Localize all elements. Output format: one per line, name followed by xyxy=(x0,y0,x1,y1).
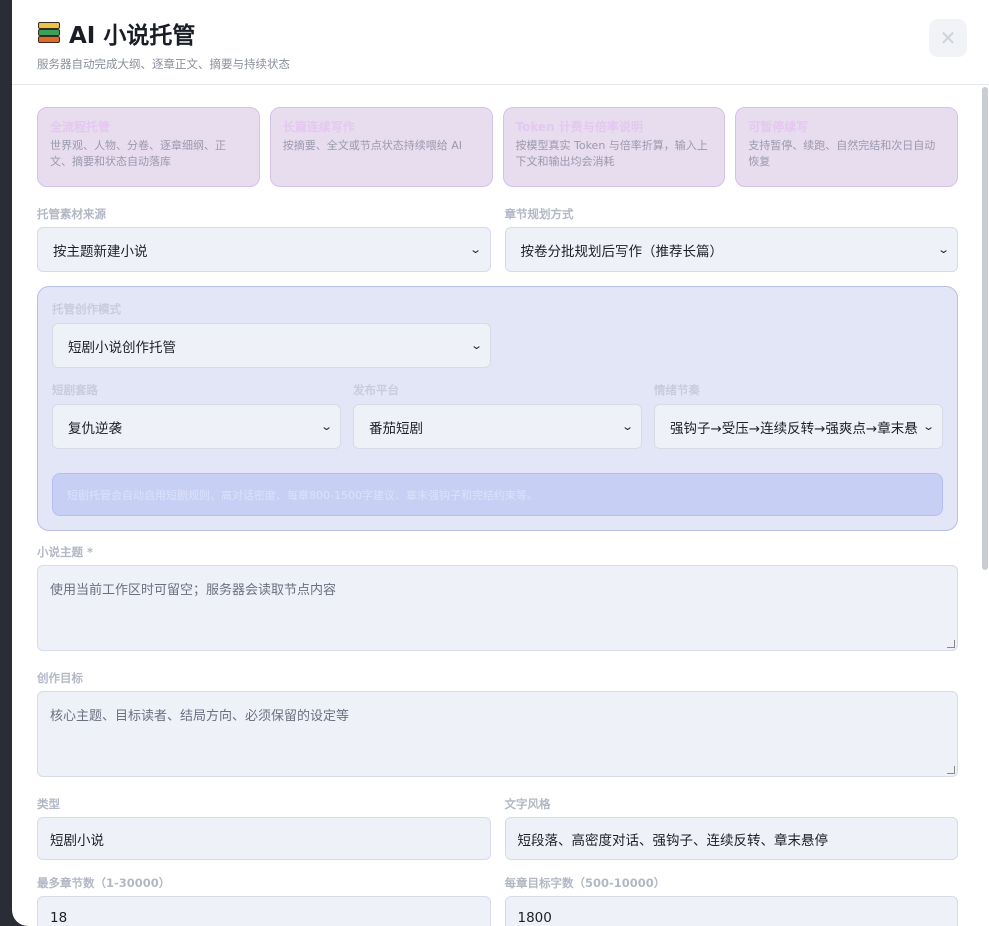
chevron-down-icon: ⌄ xyxy=(921,420,935,433)
platform-select[interactable]: 番茄短剧 ⌄ xyxy=(353,404,642,449)
platform-select-value: 番茄短剧 xyxy=(369,420,423,437)
feature-card-desc: 支持暂停、续跑、自然完结和次日自动恢复 xyxy=(748,139,936,168)
source-label: 托管素材来源 xyxy=(37,207,106,221)
feature-card: 可暂停续写 支持暂停、续跑、自然完结和次日自动恢复 xyxy=(735,107,958,187)
modal-title: AI 小说托管 xyxy=(69,23,196,49)
mode-label: 托管创作模式 xyxy=(52,302,121,316)
max-chapters-label: 最多章节数（1-30000） xyxy=(37,876,171,890)
modal-header: AI 小说托管 服务器自动完成大纲、逐章正文、摘要与持续状态 ✕ xyxy=(12,0,989,85)
goal-placeholder: 核心主题、目标读者、结局方向、必须保留的设定等 xyxy=(50,709,350,724)
hosting-mode-panel: 托管创作模式 短剧小说创作托管 ⌄ 短剧套路 复仇逆袭 ⌄ 发布平台 番茄短剧 xyxy=(37,286,958,531)
chevron-down-icon: ⌄ xyxy=(469,339,483,352)
feature-card-title: 可暂停续写 xyxy=(748,120,809,134)
rhythm-label: 情绪节奏 xyxy=(654,383,700,397)
feature-card: Token 计费与倍率说明 按模型真实 Token 与倍率折算，输入上下文和输出… xyxy=(502,107,726,187)
feature-cards: 全流程托管 世界观、人物、分卷、逐章细纲、正文、摘要和状态自动落库 长篇连续写作… xyxy=(37,107,958,187)
routine-select[interactable]: 复仇逆袭 ⌄ xyxy=(52,404,341,449)
theme-label: 小说主题 * xyxy=(37,545,94,559)
modal-body: 全流程托管 世界观、人物、分卷、逐章细纲、正文、摘要和状态自动落库 长篇连续写作… xyxy=(37,107,958,926)
ai-novel-hosting-modal: AI 小说托管 服务器自动完成大纲、逐章正文、摘要与持续状态 ✕ 全流程托管 世… xyxy=(12,0,989,926)
short-drama-notice: 短剧托管会自动启用短剧规则、高对话密度、每章800-1500字建议、章末强钩子和… xyxy=(52,473,943,516)
platform-label: 发布平台 xyxy=(353,383,399,397)
feature-card-desc: 按摘要、全文或节点状态持续喂给 AI xyxy=(282,139,463,152)
genre-label: 类型 xyxy=(37,797,60,811)
mode-select-value: 短剧小说创作托管 xyxy=(68,339,176,356)
style-input[interactable]: 短段落、高密度对话、强钩子、连续反转、章末悬停 xyxy=(504,817,958,860)
books-icon xyxy=(37,21,61,45)
close-icon: ✕ xyxy=(939,26,957,50)
chevron-down-icon: ⌄ xyxy=(620,420,634,433)
rhythm-select-value: 强钩子→受压→连续反转→强爽点→章末悬 xyxy=(670,420,918,437)
feature-card-desc: 世界观、人物、分卷、逐章细纲、正文、摘要和状态自动落库 xyxy=(50,139,226,168)
mode-select[interactable]: 短剧小说创作托管 ⌄ xyxy=(52,323,491,368)
feature-card: 长篇连续写作 按摘要、全文或节点状态持续喂给 AI xyxy=(269,107,493,187)
theme-placeholder: 使用当前工作区时可留空；服务器会读取节点内容 xyxy=(50,583,337,598)
words-per-chapter-input[interactable]: 1800 xyxy=(504,896,958,926)
routine-select-value: 复仇逆袭 xyxy=(68,420,122,437)
scrollbar[interactable] xyxy=(982,87,988,570)
words-per-chapter-label: 每章目标字数（500-10000） xyxy=(504,876,666,890)
theme-textarea[interactable]: 使用当前工作区时可留空；服务器会读取节点内容 xyxy=(37,565,958,651)
planning-select-value: 按卷分批规划后写作（推荐长篇） xyxy=(520,243,724,260)
chevron-down-icon: ⌄ xyxy=(469,243,483,256)
rhythm-select[interactable]: 强钩子→受压→连续反转→强爽点→章末悬 ⌄ xyxy=(654,404,943,449)
feature-card-title: Token 计费与倍率说明 xyxy=(515,120,643,134)
chevron-down-icon: ⌄ xyxy=(319,420,333,433)
chevron-down-icon: ⌄ xyxy=(936,243,950,256)
planning-select[interactable]: 按卷分批规划后写作（推荐长篇） ⌄ xyxy=(504,227,958,272)
source-select[interactable]: 按主题新建小说 ⌄ xyxy=(37,227,491,272)
feature-card-desc: 按模型真实 Token 与倍率折算，输入上下文和输出均会消耗 xyxy=(515,139,708,168)
source-select-value: 按主题新建小说 xyxy=(53,243,148,260)
resize-grip-icon[interactable] xyxy=(947,640,955,648)
goal-label: 创作目标 xyxy=(37,671,83,685)
style-label: 文字风格 xyxy=(504,797,551,811)
modal-subtitle: 服务器自动完成大纲、逐章正文、摘要与持续状态 xyxy=(37,57,290,71)
feature-card-title: 长篇连续写作 xyxy=(282,120,355,134)
close-button[interactable]: ✕ xyxy=(929,19,967,57)
resize-grip-icon[interactable] xyxy=(947,766,955,774)
max-chapters-input[interactable]: 18 xyxy=(37,896,491,926)
planning-label: 章节规划方式 xyxy=(504,207,574,221)
routine-label: 短剧套路 xyxy=(52,383,98,397)
goal-textarea[interactable]: 核心主题、目标读者、结局方向、必须保留的设定等 xyxy=(37,691,958,777)
genre-input[interactable]: 短剧小说 xyxy=(37,817,491,860)
feature-card: 全流程托管 世界观、人物、分卷、逐章细纲、正文、摘要和状态自动落库 xyxy=(37,107,260,187)
feature-card-title: 全流程托管 xyxy=(50,120,111,134)
